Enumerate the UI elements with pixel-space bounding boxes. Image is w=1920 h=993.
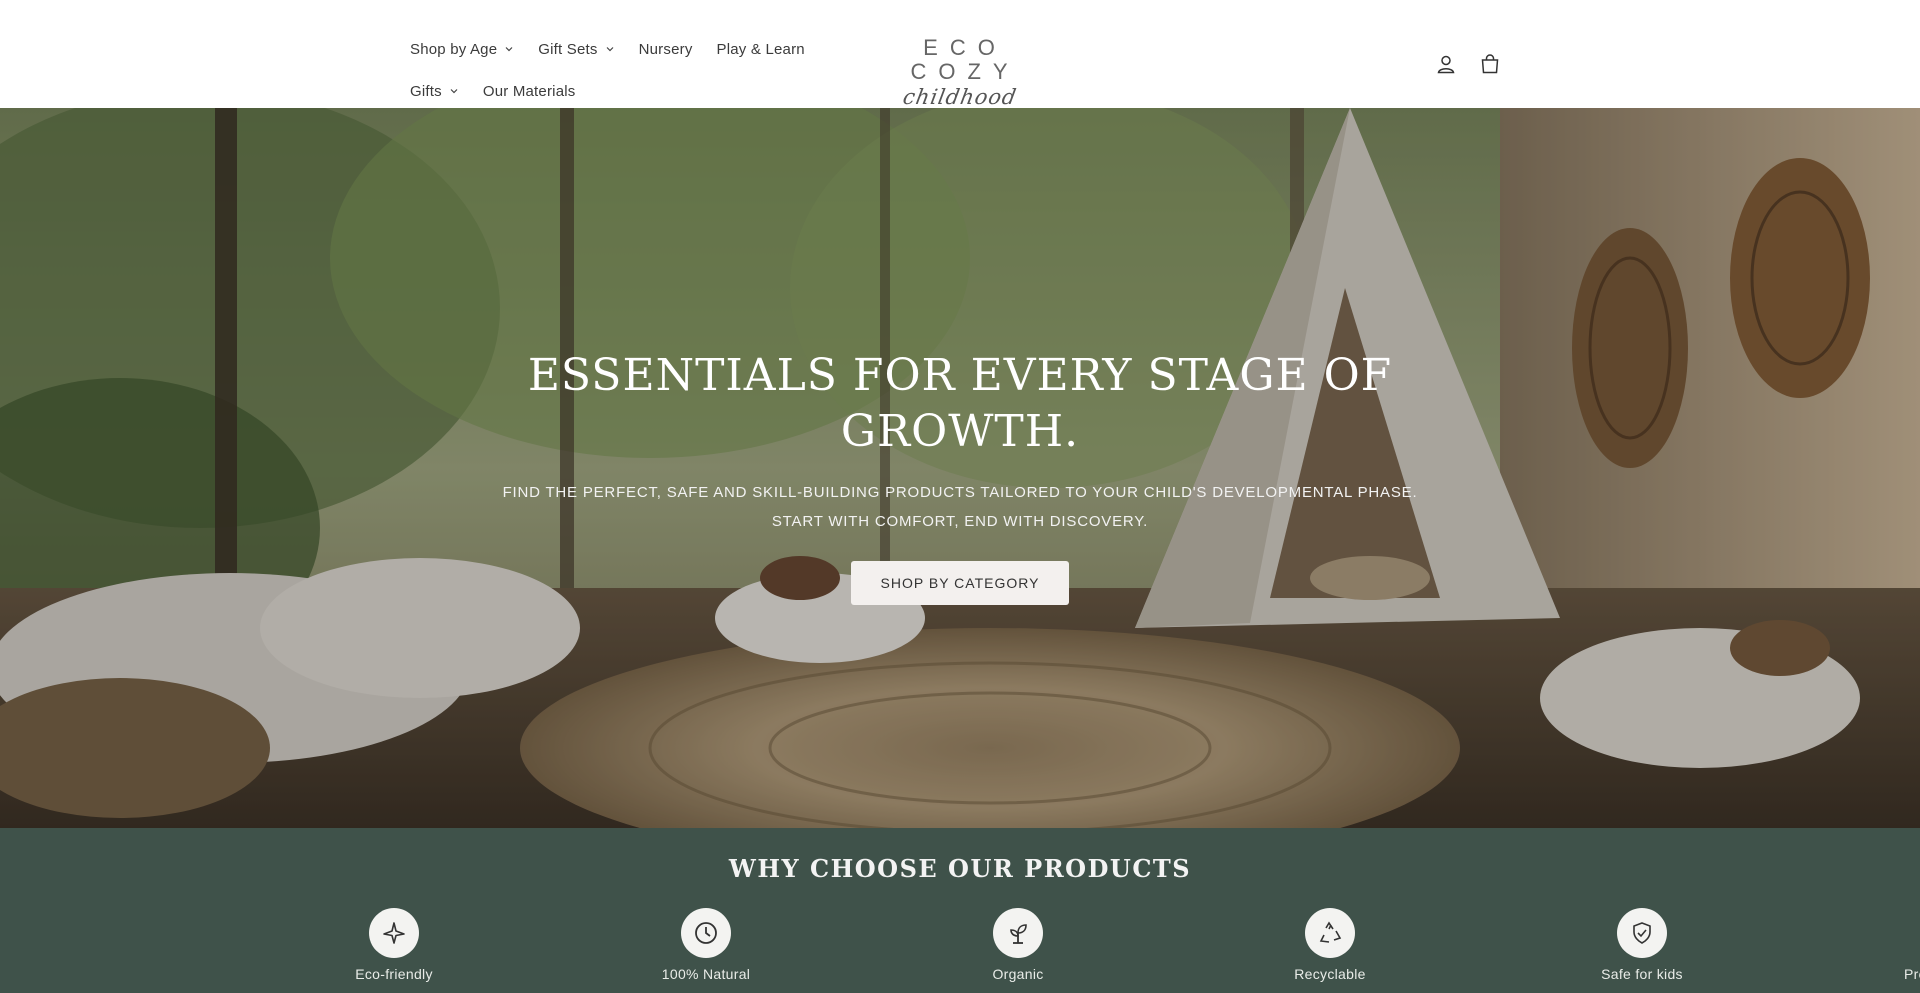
nav-item-play-learn[interactable]: Play & Learn [717, 41, 805, 58]
feature-label: Pre [1904, 966, 1920, 982]
main-nav: Shop by Age Gift Sets Nursery Play & Lea… [410, 28, 830, 112]
nav-item-label: Our Materials [482, 82, 576, 100]
feature-eco-friendly: Eco-friendly [294, 908, 494, 982]
nav-row-1: Shop by Age Gift Sets Nursery Play & Lea… [410, 28, 830, 70]
nav-item-label: Gifts [410, 82, 442, 100]
hero-content: ESSENTIALS FOR EVERY STAGE OF GROWTH. FI… [460, 348, 1460, 605]
site-logo[interactable]: ECO COZY childhood [865, 35, 1055, 110]
nav-item-label: Nursery [638, 40, 693, 58]
clock-icon [695, 922, 717, 944]
nav-item-gifts[interactable]: Gifts [410, 83, 459, 100]
feature-recyclable: Recyclable [1230, 908, 1430, 982]
feature-icon-badge [369, 908, 419, 958]
nav-row-2: Gifts Our Materials [410, 70, 830, 112]
hero-subtitle-line-1: FIND THE PERFECT, SAFE AND SKILL-BUILDIN… [502, 484, 1418, 501]
why-choose-section: WHY CHOOSE OUR PRODUCTS Eco-friendly 100… [0, 828, 1920, 993]
chevron-down-icon [450, 89, 458, 94]
logo-wordmark: ECO COZY [910, 35, 1020, 84]
feature-organic: Organic [918, 908, 1118, 982]
header-icons [1432, 50, 1520, 78]
nav-item-our-materials[interactable]: Our Materials [483, 83, 576, 100]
hero-subtitle-line-2: START WITH COMFORT, END WITH DISCOVERY. [771, 513, 1149, 530]
sprout-icon [1010, 924, 1027, 944]
shop-by-category-button[interactable]: SHOP BY CATEGORY [850, 561, 1070, 605]
site-header: Shop by Age Gift Sets Nursery Play & Lea… [0, 0, 1920, 110]
feature-icon-badge [1305, 908, 1355, 958]
feature-icon-badge [993, 908, 1043, 958]
hero-banner: ESSENTIALS FOR EVERY STAGE OF GROWTH. FI… [0, 108, 1920, 828]
feature-label: Organic [992, 966, 1044, 982]
shield-check-icon [1633, 922, 1651, 944]
hero-title: ESSENTIALS FOR EVERY STAGE OF GROWTH. [527, 350, 1393, 457]
nav-item-label: Play & Learn [716, 40, 805, 58]
cart-icon[interactable] [1476, 50, 1504, 78]
feature-label: Eco-friendly [355, 966, 433, 982]
chevron-down-icon [505, 47, 513, 52]
why-choose-title: WHY CHOOSE OUR PRODUCTS [728, 854, 1192, 883]
airplane-icon [383, 922, 405, 944]
nav-item-label: Gift Sets [538, 40, 598, 58]
feature-icon-badge [1617, 908, 1667, 958]
nav-item-gift-sets[interactable]: Gift Sets [538, 41, 614, 58]
feature-label: Recyclable [1294, 966, 1366, 982]
nav-item-shop-by-age[interactable]: Shop by Age [410, 41, 514, 58]
feature-icon-badge [681, 908, 731, 958]
feature-label: 100% Natural [661, 966, 751, 982]
chevron-down-icon [606, 47, 614, 52]
hero-subtitle: FIND THE PERFECT, SAFE AND SKILL-BUILDIN… [460, 478, 1460, 536]
feature-label: Safe for kids [1601, 966, 1683, 982]
account-icon[interactable] [1432, 50, 1460, 78]
nav-item-nursery[interactable]: Nursery [639, 41, 693, 58]
feature-safe-for-kids: Safe for kids [1542, 908, 1742, 982]
feature-partial: Pre [1854, 908, 1920, 982]
feature-natural: 100% Natural [606, 908, 806, 982]
recycle-icon [1319, 921, 1342, 943]
nav-item-label: Shop by Age [410, 40, 498, 58]
logo-script: childhood [901, 85, 1019, 109]
